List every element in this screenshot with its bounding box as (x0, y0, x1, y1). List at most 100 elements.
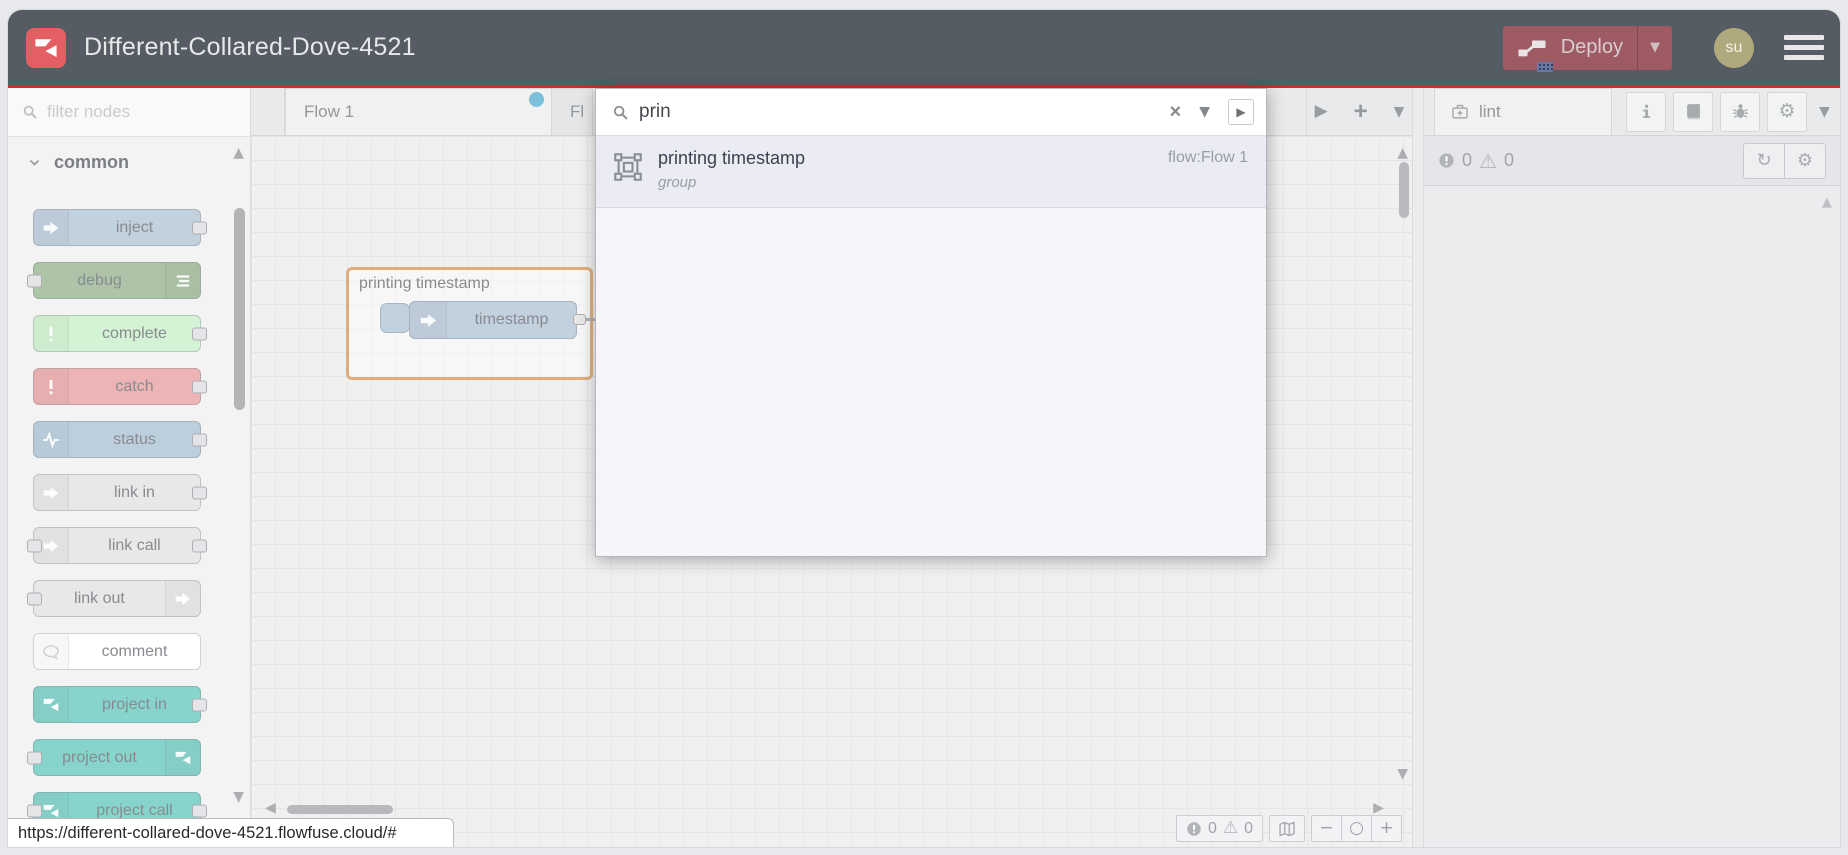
node-input-port (27, 804, 42, 817)
warning-icon: ⚠ (1479, 148, 1497, 173)
search-result-item[interactable]: printing timestamp group flow:Flow 1 (596, 136, 1266, 208)
palette-node-label: link call (108, 536, 161, 554)
search-input-row[interactable]: prin × ▼ ▶ (596, 89, 1266, 136)
palette-filter-placeholder: filter nodes (47, 102, 131, 121)
node-input-port (27, 592, 42, 605)
palette-node-inject[interactable]: inject (33, 209, 207, 246)
canvas-scroll-left[interactable]: ◀ (265, 801, 276, 815)
node-input-port (27, 274, 42, 287)
zoom-in-button[interactable]: + (1371, 816, 1401, 841)
lint-error-count: 0 (1462, 150, 1473, 170)
info-tab-button[interactable] (1626, 91, 1666, 132)
bug-icon (1731, 102, 1750, 121)
palette-node-link-out[interactable]: link out (27, 580, 201, 617)
palette-node-label: status (113, 430, 156, 448)
lint-panel-content: ▲ (1424, 186, 1840, 847)
palette-node-project-out[interactable]: project out (27, 739, 201, 776)
canvas-notification-counts[interactable]: 0 ⚠ 0 (1175, 815, 1263, 842)
palette-scroll-up[interactable]: ▲ (233, 146, 244, 160)
canvas-scroll-up[interactable]: ▲ (1397, 146, 1408, 160)
user-avatar[interactable]: su (1714, 27, 1754, 68)
inject-node-button[interactable] (380, 303, 410, 333)
pulse-icon (34, 422, 69, 457)
book-icon (1684, 102, 1703, 121)
minimap-button[interactable] (1269, 815, 1305, 842)
palette-node-label: link out (74, 589, 125, 607)
inject-arrow-icon (410, 302, 447, 338)
lint-counts: 0 ⚠ 0 (1438, 150, 1514, 171)
palette-node-catch[interactable]: catch (33, 368, 207, 405)
palette-node-label: project out (62, 748, 137, 766)
flow-list-button[interactable]: ▼ (1394, 105, 1405, 119)
sidebar-resize-gutter[interactable] (1412, 88, 1424, 847)
arrow-right-icon (34, 210, 69, 245)
lint-medkit-icon (1451, 103, 1469, 121)
node-output-port (192, 698, 207, 711)
canvas-error-count: 0 (1207, 819, 1217, 837)
palette-node-debug[interactable]: debug (27, 262, 201, 299)
search-clear-button[interactable]: × (1170, 101, 1182, 124)
arrow-right-icon (34, 475, 69, 510)
sidebar-scroll-up[interactable]: ▲ (1822, 196, 1832, 209)
app-header: Different-Collared-Dove-4521 Deploy ▼ su (8, 10, 1840, 85)
exclamation-icon (34, 369, 69, 404)
palette-node-project-in[interactable]: project in (33, 686, 207, 723)
lint-refresh-button[interactable]: ↻ (1744, 144, 1784, 178)
tab-flow-1-label: Flow 1 (304, 102, 355, 121)
debug-tab-button[interactable] (1720, 91, 1760, 132)
tab-flow-2[interactable]: Fl (552, 88, 593, 135)
canvas-hscrollbar-thumb[interactable] (287, 805, 393, 814)
sidebar-tab-list-button[interactable]: ▼ (1819, 105, 1830, 119)
tab-flow-1[interactable]: Flow 1 (285, 88, 552, 135)
sidebar-tab-lint[interactable]: lint (1434, 88, 1612, 135)
tabbar-controls: ▶ + ▼ (1306, 88, 1412, 135)
palette-filter[interactable]: filter nodes (8, 88, 250, 137)
canvas-scroll-down[interactable]: ▼ (1397, 767, 1408, 781)
search-result-type: group (658, 174, 697, 191)
palette-scroll-down[interactable]: ▼ (233, 790, 244, 804)
add-flow-button[interactable]: + (1354, 98, 1368, 126)
config-tab-button[interactable]: ⚙ (1767, 91, 1807, 132)
map-icon (1278, 820, 1296, 838)
palette-scrollbar-thumb[interactable] (234, 208, 245, 410)
node-palette: filter nodes common inject debug complete c… (8, 88, 251, 847)
timestamp-node[interactable]: timestamp (409, 301, 577, 339)
palette-node-link-call[interactable]: link call (27, 527, 207, 564)
chevron-down-icon (28, 156, 41, 169)
next-tab-icon[interactable]: ▶ (1315, 103, 1328, 120)
bubble-icon (34, 634, 69, 669)
main-menu-button[interactable] (1784, 35, 1824, 60)
lint-settings-button[interactable]: ⚙ (1784, 143, 1825, 178)
palette-node-link-in[interactable]: link in (33, 474, 207, 511)
flow-group-label: printing timestamp (359, 275, 490, 292)
palette-node-label: catch (115, 377, 154, 395)
deploy-button[interactable]: Deploy ▼ (1502, 25, 1672, 72)
canvas-scroll-right[interactable]: ▶ (1373, 801, 1384, 815)
search-results: printing timestamp group flow:Flow 1 (596, 136, 1266, 556)
canvas-vscrollbar-thumb[interactable] (1399, 162, 1409, 218)
zoom-out-button[interactable]: − (1312, 816, 1341, 841)
right-sidebar: lint ⚙ ▼ 0 ⚠ 0 ↻ ⚙ ▲ (1424, 88, 1840, 847)
deploy-options-button[interactable]: ▼ (1637, 25, 1672, 70)
search-expand-button[interactable]: ▶ (1228, 99, 1254, 125)
sidebar-tabbar: lint ⚙ ▼ (1424, 88, 1840, 136)
error-icon (1438, 152, 1455, 169)
node-output-port (192, 804, 207, 817)
palette-node-label: link in (114, 483, 155, 501)
help-tab-button[interactable] (1673, 91, 1713, 132)
palette-node-comment[interactable]: comment (33, 633, 201, 670)
search-dialog: prin × ▼ ▶ printing timestamp group flow… (595, 88, 1267, 557)
ff-logo-icon (34, 687, 69, 722)
palette-node-status[interactable]: status (33, 421, 207, 458)
deploy-button-main[interactable]: Deploy (1503, 26, 1637, 72)
deploy-chip-icon (1536, 61, 1553, 72)
search-history-button[interactable]: ▼ (1199, 105, 1210, 119)
zoom-reset-button[interactable]: ○ (1341, 816, 1371, 841)
palette-category-common[interactable]: common (8, 137, 250, 188)
zoom-controls: − ○ + (1311, 815, 1402, 842)
palette-category-label: common (54, 152, 130, 172)
palette-node-complete[interactable]: complete (33, 315, 207, 352)
node-output-port (192, 433, 207, 446)
warning-icon: ⚠ (1222, 818, 1239, 838)
palette-node-label: complete (102, 324, 167, 342)
